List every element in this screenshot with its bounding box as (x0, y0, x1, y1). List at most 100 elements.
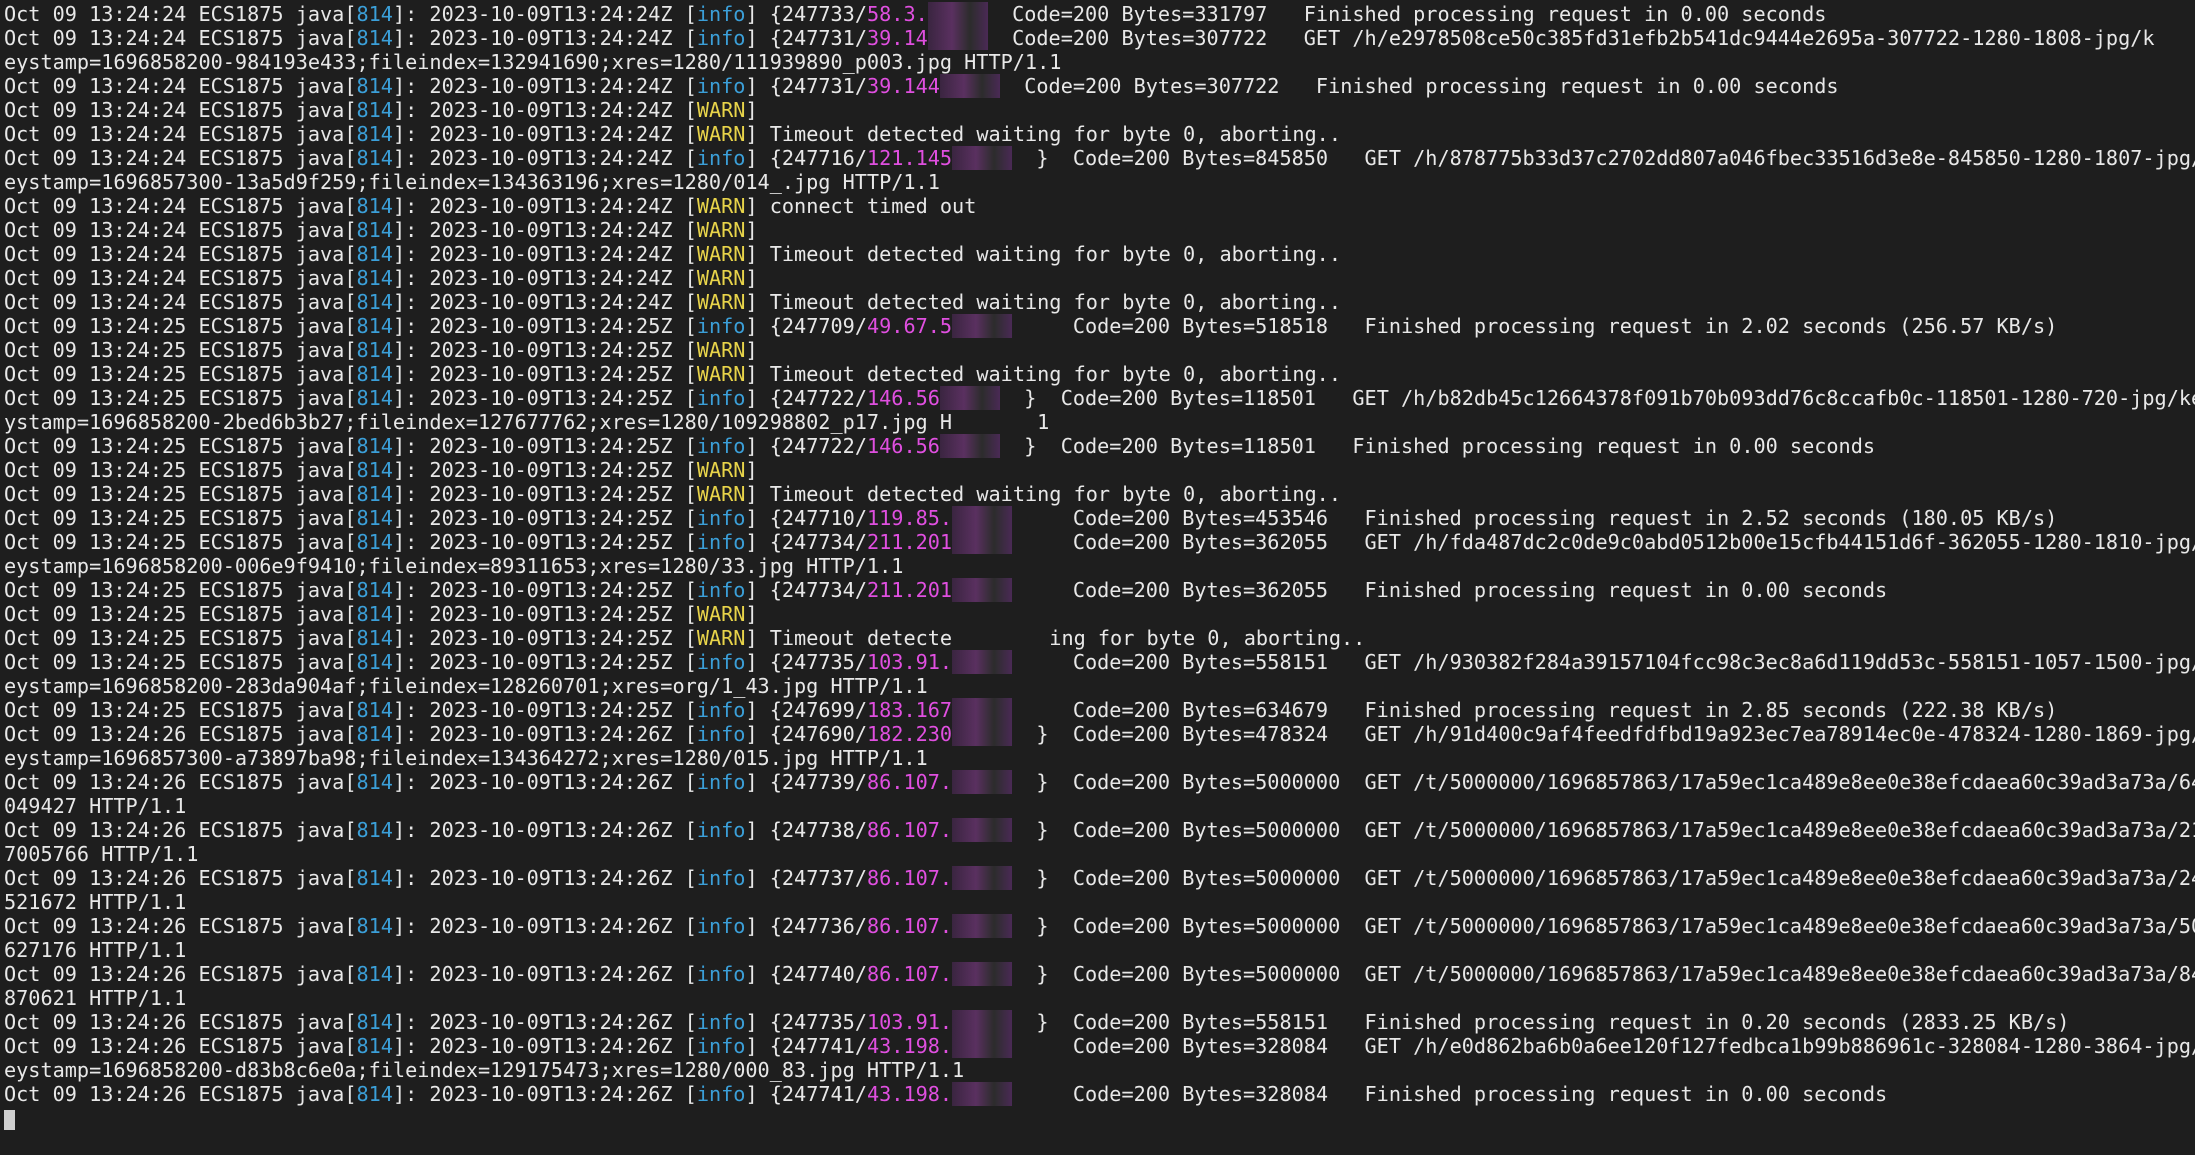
log-line: eystamp=1696857300-a73897ba98;fileindex=… (4, 746, 2195, 770)
log-timestamp: Oct 09 13:24:24 (4, 218, 187, 242)
log-continuation: eystamp=1696858200-984193e433;fileindex=… (4, 50, 1062, 74)
log-process: java (295, 506, 345, 530)
log-level: WARN (696, 194, 746, 218)
log-level: info (696, 146, 746, 170)
redaction-block (952, 146, 1013, 170)
log-level: info (696, 506, 746, 530)
log-host: ECS1875 (198, 578, 284, 602)
log-level: info (696, 650, 746, 674)
log-host: ECS1875 (198, 1034, 284, 1058)
log-pid: 814 (356, 194, 393, 218)
log-timestamp: Oct 09 13:24:26 (4, 962, 187, 986)
client-ip: 103.91. (866, 650, 953, 674)
log-pid: 814 (356, 482, 393, 506)
log-pid: 814 (356, 458, 393, 482)
log-level: info (696, 2, 746, 26)
log-message: } Code=200 Bytes=845850 GET /h/878775b33… (1036, 146, 2195, 170)
log-host: ECS1875 (198, 2, 284, 26)
log-line: Oct 09 13:24:24 ECS1875 java[814]: 2023-… (4, 242, 1341, 266)
log-process: java (295, 338, 345, 362)
log-pid: 814 (356, 362, 393, 386)
log-message: Code=200 Bytes=328084 GET /h/e0d862ba6b0… (1036, 1034, 2195, 1058)
log-timestamp: Oct 09 13:24:25 (4, 434, 187, 458)
log-iso-time: 2023-10-09T13:24:25Z (429, 530, 673, 554)
log-level: info (696, 1034, 746, 1058)
log-iso-time: 2023-10-09T13:24:26Z (429, 818, 673, 842)
log-iso-time: 2023-10-09T13:24:25Z (429, 626, 673, 650)
log-pid: 814 (356, 506, 393, 530)
log-host: ECS1875 (198, 866, 284, 890)
client-ip: 49.67.5 (866, 314, 953, 338)
redaction-block (952, 698, 1013, 722)
log-iso-time: 2023-10-09T13:24:26Z (429, 866, 673, 890)
redaction-block (939, 386, 1000, 410)
log-pid: 814 (356, 1082, 393, 1106)
log-timestamp: Oct 09 13:24:24 (4, 122, 187, 146)
log-message: } Code=200 Bytes=478324 GET /h/91d400c9a… (1036, 722, 2195, 746)
log-line: Oct 09 13:24:25 ECS1875 java[814]: 2023-… (4, 482, 1341, 506)
log-message: Timeout detected waiting for byte 0, abo… (757, 122, 1341, 146)
log-timestamp: Oct 09 13:24:26 (4, 1034, 187, 1058)
request-id: {247741/ (769, 1082, 867, 1106)
log-timestamp: Oct 09 13:24:24 (4, 194, 187, 218)
log-pid: 814 (356, 866, 393, 890)
client-ip: 119.85. (866, 506, 953, 530)
log-line: Oct 09 13:24:25 ECS1875 java[814]: 2023-… (4, 458, 758, 482)
log-pid: 814 (356, 698, 393, 722)
request-id: {247735/ (769, 1010, 867, 1034)
request-id: {247736/ (769, 914, 867, 938)
log-process: java (295, 362, 345, 386)
log-continuation: 627176 HTTP/1.1 (4, 938, 187, 962)
log-pid: 814 (356, 962, 393, 986)
log-message: Code=200 Bytes=331797 Finished processin… (1012, 2, 1827, 26)
log-host: ECS1875 (198, 434, 284, 458)
log-line: 627176 HTTP/1.1 (4, 938, 2195, 962)
log-timestamp: Oct 09 13:24:25 (4, 578, 187, 602)
log-process: java (295, 386, 345, 410)
log-pid: 814 (356, 338, 393, 362)
log-iso-time: 2023-10-09T13:24:25Z (429, 458, 673, 482)
request-id: {247737/ (769, 866, 867, 890)
log-timestamp: Oct 09 13:24:25 (4, 362, 187, 386)
log-line: Oct 09 13:24:25 ECS1875 java[814]: 2023-… (4, 434, 1876, 458)
log-pid: 814 (356, 314, 393, 338)
log-message: Code=200 Bytes=453546 Finished processin… (1036, 506, 2058, 530)
log-level: info (696, 386, 746, 410)
log-line: eystamp=1696858200-984193e433;fileindex=… (4, 50, 2195, 74)
log-iso-time: 2023-10-09T13:24:24Z (429, 146, 673, 170)
log-level: info (696, 26, 746, 50)
log-level: info (696, 530, 746, 554)
log-line (4, 1106, 2195, 1130)
log-iso-time: 2023-10-09T13:24:25Z (429, 650, 673, 674)
log-host: ECS1875 (198, 386, 284, 410)
log-iso-time: 2023-10-09T13:24:24Z (429, 266, 673, 290)
log-continuation: ystamp=1696858200-2bed6b3b27;fileindex=1… (4, 410, 1050, 434)
client-ip: 211.201 (866, 530, 953, 554)
log-pid: 814 (356, 266, 393, 290)
log-level: info (696, 818, 746, 842)
log-process: java (295, 266, 345, 290)
log-timestamp: Oct 09 13:24:24 (4, 146, 187, 170)
log-line: 521672 HTTP/1.1 (4, 890, 2195, 914)
log-iso-time: 2023-10-09T13:24:24Z (429, 74, 673, 98)
log-level: info (696, 1010, 746, 1034)
log-iso-time: 2023-10-09T13:24:25Z (429, 506, 673, 530)
log-message: } Code=200 Bytes=5000000 GET /t/5000000/… (1036, 770, 2195, 794)
log-line: Oct 09 13:24:25 ECS1875 java[814]: 2023-… (4, 650, 2195, 674)
log-pid: 814 (356, 530, 393, 554)
log-line: eystamp=1696858200-006e9f9410;fileindex=… (4, 554, 2195, 578)
log-timestamp: Oct 09 13:24:25 (4, 338, 187, 362)
log-iso-time: 2023-10-09T13:24:25Z (429, 386, 673, 410)
log-timestamp: Oct 09 13:24:26 (4, 914, 187, 938)
log-process: java (295, 1082, 345, 1106)
log-timestamp: Oct 09 13:24:24 (4, 2, 187, 26)
log-line: Oct 09 13:24:25 ECS1875 java[814]: 2023-… (4, 530, 2195, 554)
request-id: {247741/ (769, 1034, 867, 1058)
log-pid: 814 (356, 1010, 393, 1034)
log-host: ECS1875 (198, 626, 284, 650)
log-iso-time: 2023-10-09T13:24:24Z (429, 218, 673, 242)
redaction-block (952, 1034, 1013, 1058)
terminal-window[interactable]: Oct 09 13:24:24 ECS1875 java[814]: 2023-… (0, 0, 2195, 1155)
log-pid: 814 (356, 818, 393, 842)
log-line: Oct 09 13:24:24 ECS1875 java[814]: 2023-… (4, 218, 758, 242)
